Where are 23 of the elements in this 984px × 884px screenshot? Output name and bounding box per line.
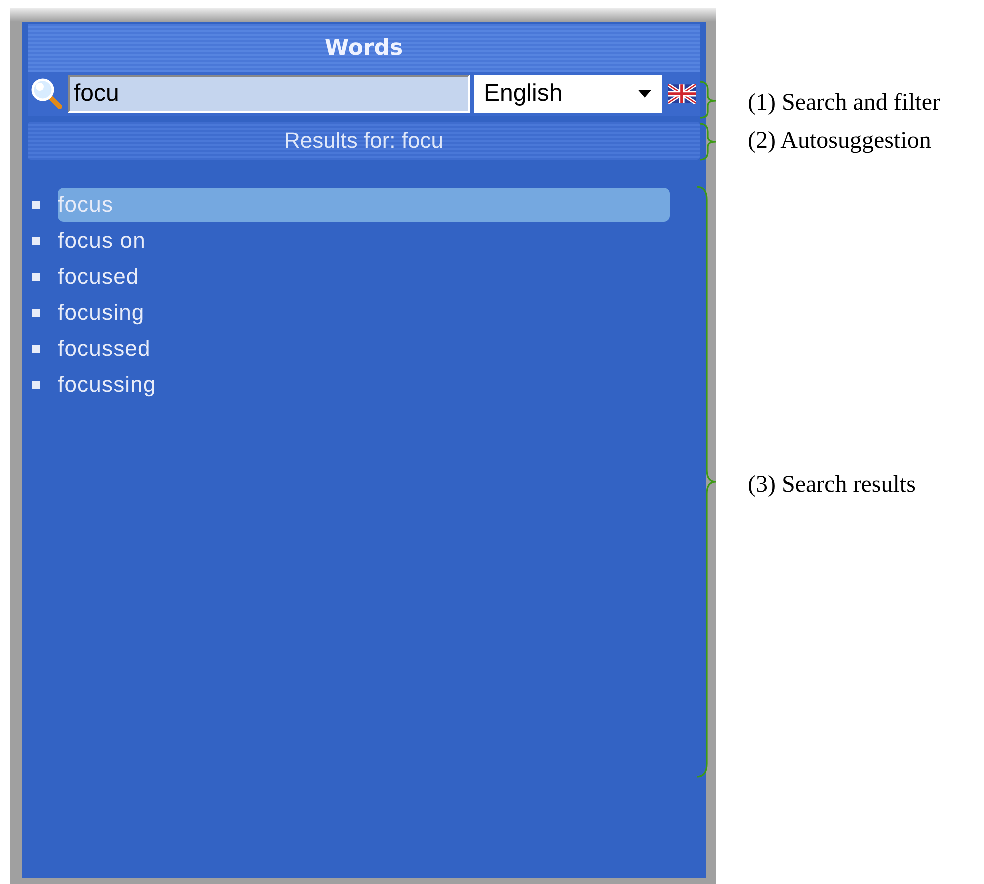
bullet-icon xyxy=(32,381,40,389)
results-label: Results for: focu xyxy=(284,128,444,154)
annotation-label: (2) Autosuggestion xyxy=(748,128,932,155)
curly-brace xyxy=(700,123,717,161)
flag-icon xyxy=(668,84,696,104)
bullet-icon xyxy=(32,309,40,317)
search-icon[interactable] xyxy=(30,78,64,110)
language-dropdown[interactable]: English xyxy=(474,75,662,113)
result-item[interactable]: focussed xyxy=(58,332,670,366)
result-item[interactable]: focussing xyxy=(58,368,670,402)
search-field[interactable]: focu xyxy=(68,75,470,113)
caret-icon xyxy=(638,90,652,98)
bullet-icon xyxy=(32,273,40,281)
curly-brace xyxy=(700,81,717,119)
result-item[interactable]: focused xyxy=(58,260,670,294)
annotation-label: (1) Search and filter xyxy=(748,90,941,117)
annotation-label: (3) Search results xyxy=(748,472,916,499)
result-item[interactable]: focus on xyxy=(58,224,670,258)
result-item[interactable]: focusing xyxy=(58,296,670,330)
bullet-icon xyxy=(32,237,40,245)
bullet-icon xyxy=(32,345,40,353)
panel-title: Words xyxy=(324,36,404,60)
bullet-icon xyxy=(32,201,40,209)
